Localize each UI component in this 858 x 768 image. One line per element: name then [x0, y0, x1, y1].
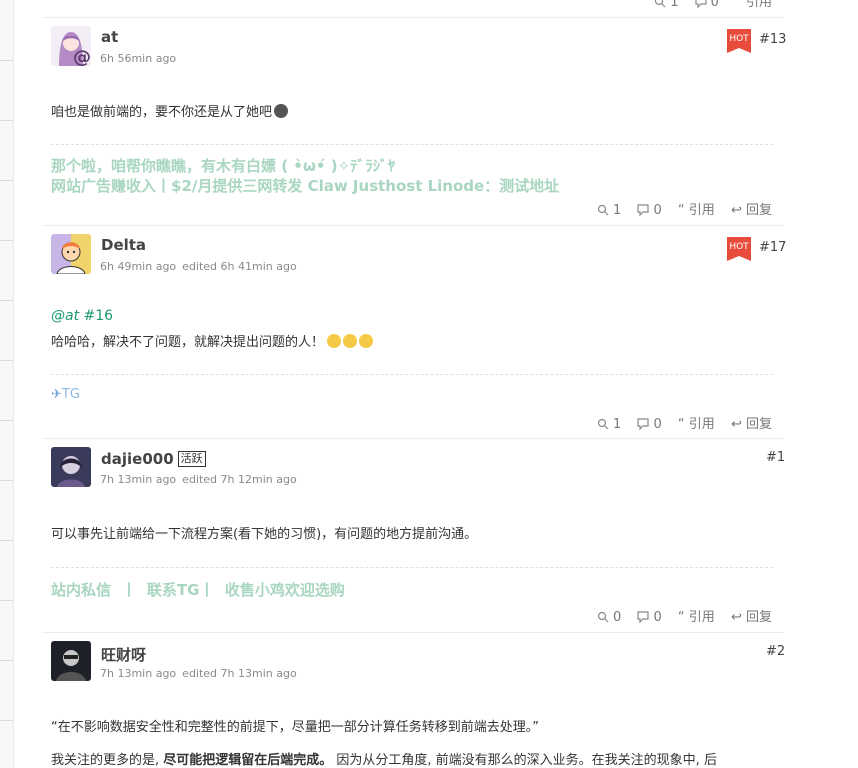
comment-button[interactable]: 0 [637, 203, 662, 218]
like-button[interactable]: 0 [597, 610, 621, 625]
search-like-icon [597, 204, 609, 216]
avatar[interactable] [51, 447, 91, 487]
username[interactable]: at [101, 28, 118, 46]
post-time[interactable]: 7h 13min ago [100, 473, 176, 486]
svg-text:HOT: HOT [729, 242, 749, 252]
bold-text: 尽可能把逻辑留在后端完成。 [163, 753, 333, 768]
comment-icon [637, 418, 650, 431]
post-content: 我关注的更多的是, 尽可能把逻辑留在后端完成。 因为从分工角度, 前端没有那么的… [51, 753, 717, 768]
quote-button[interactable]: “ 引用 [678, 199, 715, 218]
signature-divider [51, 567, 773, 568]
username[interactable]: 旺财呀 [101, 644, 146, 665]
post-actions: 1 0 “ 引用 ↩ 回复 [585, 413, 772, 432]
post-meta: 6h 56min ago [100, 52, 176, 65]
reply-icon: ↩ [730, 203, 742, 218]
laughing-emoji-icon [327, 334, 342, 348]
svg-text:HOT: HOT [729, 34, 749, 44]
avatar[interactable] [51, 641, 91, 681]
quote-button[interactable]: “ 引用 [735, 0, 772, 10]
edited-time: edited 7h 13min ago [182, 667, 297, 680]
reply-icon: ↩ [730, 417, 742, 432]
signature[interactable]: 站内私信 丨 联系TG丨 收售小鸡欢迎选购 [51, 579, 345, 600]
hot-ribbon-icon: HOT [727, 237, 751, 261]
like-button[interactable]: 1 [597, 417, 621, 432]
edited-time: edited 6h 41min ago [182, 260, 297, 273]
hot-badge: HOT [727, 29, 751, 53]
laughing-emoji-icon [343, 334, 358, 348]
post-content: 可以事先让前端给一下流程方案(看下她的习惯)，有问题的地方提前沟通。 [51, 527, 478, 542]
search-like-icon [597, 418, 609, 430]
comment-button[interactable]: 0 [637, 610, 662, 625]
reply-icon: ↩ [730, 610, 742, 625]
post-time[interactable]: 6h 49min ago [100, 260, 176, 273]
quote-mark-icon: “ [735, 0, 742, 10]
quote-reference[interactable]: @at #16 [51, 308, 113, 324]
active-badge: 活跃 [177, 451, 206, 467]
post-content: 咱也是做前端的，要不你还是从了她吧 [51, 101, 289, 120]
hot-ribbon-icon: HOT [727, 29, 751, 53]
signature-divider [51, 144, 773, 145]
laughing-emoji-icon [359, 334, 374, 348]
quote-mark-icon: “ [677, 610, 685, 625]
post-actions: 0 0 “ 引用 ↩ 回复 [585, 606, 772, 625]
divider [42, 17, 784, 18]
quote-mark-icon: “ [677, 417, 685, 432]
post-time[interactable]: 6h 56min ago [100, 52, 176, 65]
reply-button[interactable]: ↩ 回复 [731, 413, 772, 432]
floor-number[interactable]: #1 [766, 450, 785, 465]
search-like-icon [655, 0, 666, 8]
post-content: 哈哈哈，解决不了问题，就解决提出问题的人！ [51, 331, 374, 350]
reply-button[interactable]: ↩ 回复 [731, 199, 772, 218]
dark-face-emoji-icon [274, 104, 289, 118]
comment-icon [695, 0, 707, 9]
reply-button[interactable]: ↩ 回复 [731, 606, 772, 625]
edited-time: edited 7h 12min ago [182, 473, 297, 486]
floor-number[interactable]: #17 [759, 240, 786, 255]
hot-badge: HOT [727, 237, 751, 261]
airplane-icon: ✈ [51, 387, 62, 402]
svg-text:@: @ [73, 47, 91, 66]
like-button[interactable]: 1 [654, 0, 679, 10]
signature-link[interactable]: ✈TG [51, 387, 80, 402]
post-time[interactable]: 7h 13min ago [100, 667, 176, 680]
quote-button[interactable]: “ 引用 [678, 413, 715, 432]
username[interactable]: Delta [101, 236, 146, 254]
comment-icon [637, 204, 650, 217]
search-like-icon [597, 611, 609, 623]
post-actions: 1 0 “ 引用 ↩ 回复 [585, 199, 772, 218]
quote-button[interactable]: “ 引用 [678, 606, 715, 625]
post-content-quote: “在不影响数据安全性和完整性的前提下，尽量把一部分计算任务转移到前端去处理。” [51, 720, 539, 735]
avatar[interactable]: @ [51, 26, 91, 66]
floor-number[interactable]: #13 [759, 32, 786, 47]
post-meta: 7h 13min ago edited 7h 13min ago [100, 667, 297, 680]
prev-post-actions: 1 0 “ 引用 [642, 0, 772, 10]
left-gutter [0, 0, 14, 768]
post-meta: 7h 13min ago edited 7h 12min ago [100, 473, 297, 486]
avatar[interactable] [51, 234, 91, 274]
divider [42, 225, 784, 226]
username-row: dajie000 活跃 [101, 450, 206, 468]
username[interactable]: dajie000 [101, 450, 174, 468]
signature[interactable]: 那个啦，咱帮你瞧瞧，有木有白嫖 ( •̀ω•́ )✧ﾃﾞﾗｼﾞﾔ 网站广告赚收入… [51, 156, 559, 194]
comment-button[interactable]: 0 [637, 417, 662, 432]
floor-number[interactable]: #2 [766, 644, 785, 659]
divider [42, 438, 784, 439]
post-meta: 6h 49min ago edited 6h 41min ago [100, 260, 297, 273]
comment-button[interactable]: 0 [695, 0, 719, 10]
comment-icon [637, 611, 650, 624]
quote-mark-icon: “ [677, 203, 685, 218]
signature-divider [51, 374, 773, 375]
divider [42, 632, 784, 633]
like-button[interactable]: 1 [597, 203, 621, 218]
